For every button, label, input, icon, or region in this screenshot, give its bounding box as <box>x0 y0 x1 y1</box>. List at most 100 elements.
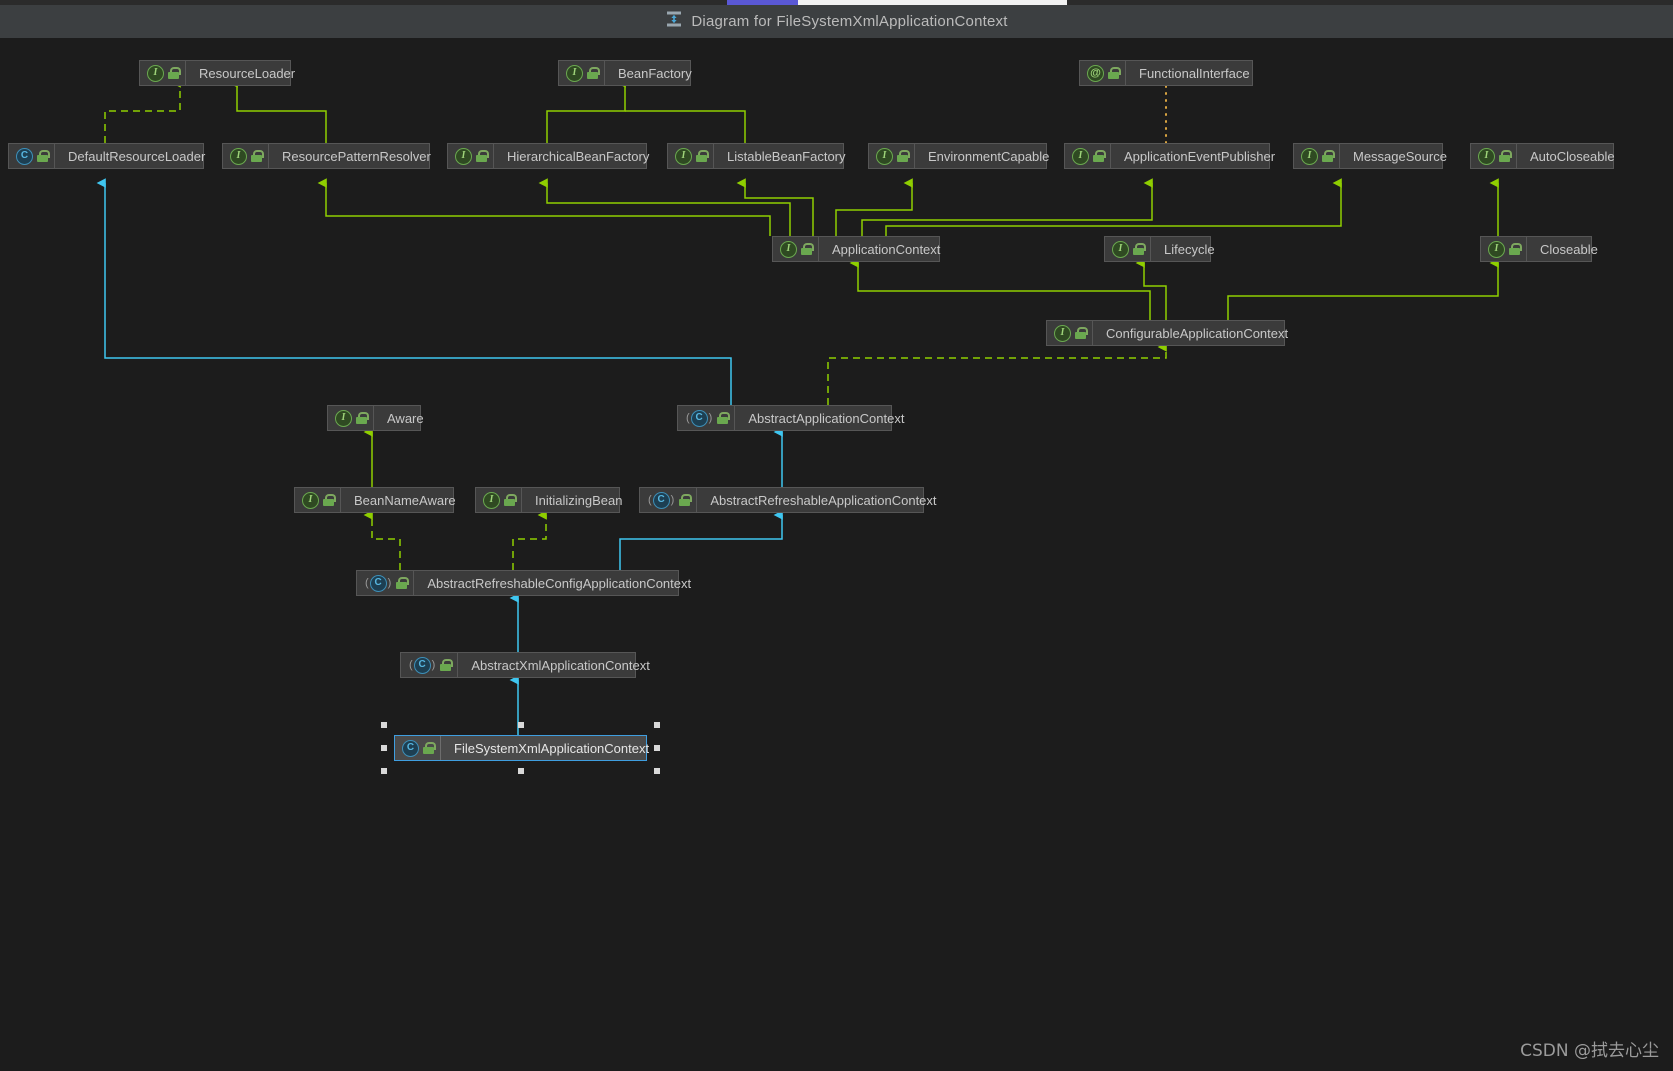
uml-node-gutter: I <box>668 144 714 168</box>
access-modifier-icon <box>251 150 264 162</box>
uml-node-gutter: C <box>9 144 55 168</box>
uml-node-ConfigurableApplicationContext[interactable]: I ConfigurableApplicationContext <box>1046 320 1288 346</box>
uml-node-ResourceLoader[interactable]: I ResourceLoader <box>139 60 295 86</box>
uml-node-gutter: @ <box>1080 61 1126 85</box>
uml-node-label: BeanFactory <box>618 65 692 81</box>
access-modifier-icon <box>37 150 50 162</box>
uml-node-label: FileSystemXmlApplicationContext <box>454 740 650 756</box>
interface-type-icon: I <box>1478 147 1495 165</box>
uml-node-ApplicationEventPublisher[interactable]: I ApplicationEventPublisher <box>1064 143 1275 169</box>
uml-node-label: FunctionalInterface <box>1139 65 1250 81</box>
uml-node-DefaultResourceLoader[interactable]: C DefaultResourceLoader <box>8 143 205 169</box>
uml-node-HierarchicalBeanFactory[interactable]: I HierarchicalBeanFactory <box>447 143 649 169</box>
class-type-icon: C <box>652 491 670 509</box>
uml-node-FileSystemXmlApplicationContext[interactable]: C FileSystemXmlApplicationContext <box>394 735 649 761</box>
uml-node-gutter: I <box>773 237 819 261</box>
uml-node-label: Aware <box>387 410 424 426</box>
uml-node-gutter: I <box>140 61 186 85</box>
abstract-class-type-icon: (C) <box>364 574 392 592</box>
selection-handle[interactable] <box>517 722 524 728</box>
uml-node-label: ApplicationContext <box>832 241 941 257</box>
uml-node-gutter: I <box>295 488 341 512</box>
uml-node-AbstractApplicationContext[interactable]: (C) AbstractApplicationContext <box>677 405 904 431</box>
uml-node-label: AbstractApplicationContext <box>748 410 905 426</box>
class-type-icon: C <box>402 739 419 757</box>
access-modifier-icon <box>440 659 454 671</box>
interface-type-icon: I <box>675 147 692 165</box>
interface-type-icon: I <box>335 409 352 427</box>
uml-node-label: ListableBeanFactory <box>727 148 846 164</box>
uml-node-label: ResourcePatternResolver <box>282 148 431 164</box>
interface-type-icon: I <box>1301 147 1318 165</box>
uml-node-BeanNameAware[interactable]: I BeanNameAware <box>294 487 456 513</box>
uml-node-AbstractRefreshableApplicationContext[interactable]: (C) AbstractRefreshableApplicationContext <box>639 487 937 513</box>
uml-diagram-icon <box>665 10 683 33</box>
uml-node-Closeable[interactable]: I Closeable <box>1480 236 1598 262</box>
uml-node-label: EnvironmentCapable <box>928 148 1050 164</box>
uml-node-gutter: I <box>1065 144 1111 168</box>
abstract-class-type-icon: (C) <box>685 409 713 427</box>
uml-node-gutter: I <box>1105 237 1151 261</box>
uml-node-gutter: I <box>869 144 915 168</box>
access-modifier-icon <box>897 150 910 162</box>
class-type-icon: C <box>16 147 33 165</box>
uml-node-label: AbstractXmlApplicationContext <box>471 657 650 673</box>
uml-node-AutoCloseable[interactable]: I AutoCloseable <box>1470 143 1615 169</box>
access-modifier-icon <box>423 742 436 754</box>
interface-type-icon: I <box>455 147 472 165</box>
uml-node-EnvironmentCapable[interactable]: I EnvironmentCapable <box>868 143 1049 169</box>
uml-node-gutter: (C) <box>640 488 698 512</box>
selection-handle[interactable] <box>381 768 387 774</box>
access-modifier-icon <box>801 243 814 255</box>
uml-node-FunctionalInterface[interactable]: @ FunctionalInterface <box>1079 60 1253 86</box>
access-modifier-icon <box>679 494 693 506</box>
selection-handle[interactable] <box>381 745 387 751</box>
uml-node-AbstractRefreshableConfigApplicationContext[interactable]: (C) AbstractRefreshableConfigApplicationC… <box>356 570 691 596</box>
diagram-titlebar: Diagram for FileSystemXmlApplicationCont… <box>0 5 1673 39</box>
access-modifier-icon <box>356 412 369 424</box>
uml-node-label: BeanNameAware <box>354 492 456 508</box>
interface-type-icon: I <box>147 64 164 82</box>
diagram-edges-layer <box>96 78 1499 735</box>
access-modifier-icon <box>504 494 517 506</box>
access-modifier-icon <box>1075 327 1088 339</box>
access-modifier-icon <box>1499 150 1512 162</box>
uml-node-gutter: I <box>328 406 374 430</box>
interface-type-icon: I <box>1054 324 1071 342</box>
uml-node-label: ApplicationEventPublisher <box>1124 148 1276 164</box>
uml-node-Aware[interactable]: I Aware <box>327 405 424 431</box>
abstract-class-type-icon: (C) <box>647 491 675 509</box>
uml-node-gutter: C <box>395 736 441 760</box>
access-modifier-icon <box>323 494 336 506</box>
access-modifier-icon <box>168 67 181 79</box>
selection-handle[interactable] <box>654 722 660 728</box>
diagram-canvas[interactable]: I ResourceLoader I BeanFactory @ FunctionalIn… <box>0 38 1673 1071</box>
uml-node-InitializingBean[interactable]: I InitializingBean <box>475 487 622 513</box>
uml-node-ListableBeanFactory[interactable]: I ListableBeanFactory <box>667 143 846 169</box>
access-modifier-icon <box>396 577 410 589</box>
interface-type-icon: I <box>1072 147 1089 165</box>
interface-type-icon: I <box>566 64 583 82</box>
uml-node-label: AbstractRefreshableApplicationContext <box>710 492 937 508</box>
selection-handle[interactable] <box>517 768 524 774</box>
uml-node-ResourcePatternResolver[interactable]: I ResourcePatternResolver <box>222 143 431 169</box>
interface-type-icon: I <box>483 491 500 509</box>
interface-type-icon: I <box>876 147 893 165</box>
uml-node-BeanFactory[interactable]: I BeanFactory <box>558 60 692 86</box>
uml-node-label: Closeable <box>1540 241 1598 257</box>
uml-node-ApplicationContext[interactable]: I ApplicationContext <box>772 236 940 262</box>
uml-node-label: ResourceLoader <box>199 65 296 81</box>
access-modifier-icon <box>717 412 731 424</box>
uml-node-AbstractXmlApplicationContext[interactable]: (C) AbstractXmlApplicationContext <box>400 652 650 678</box>
uml-node-label: InitializingBean <box>535 492 623 508</box>
selection-handle[interactable] <box>381 722 387 728</box>
uml-node-label: HierarchicalBeanFactory <box>507 148 650 164</box>
interface-type-icon: I <box>1488 240 1505 258</box>
abstract-class-type-icon: (C) <box>408 656 436 674</box>
access-modifier-icon <box>1322 150 1335 162</box>
uml-node-Lifecycle[interactable]: I Lifecycle <box>1104 236 1215 262</box>
selection-handle[interactable] <box>654 768 660 774</box>
uml-node-MessageSource[interactable]: I MessageSource <box>1293 143 1447 169</box>
uml-node-gutter: (C) <box>678 406 736 430</box>
uml-node-label: Lifecycle <box>1164 241 1215 257</box>
